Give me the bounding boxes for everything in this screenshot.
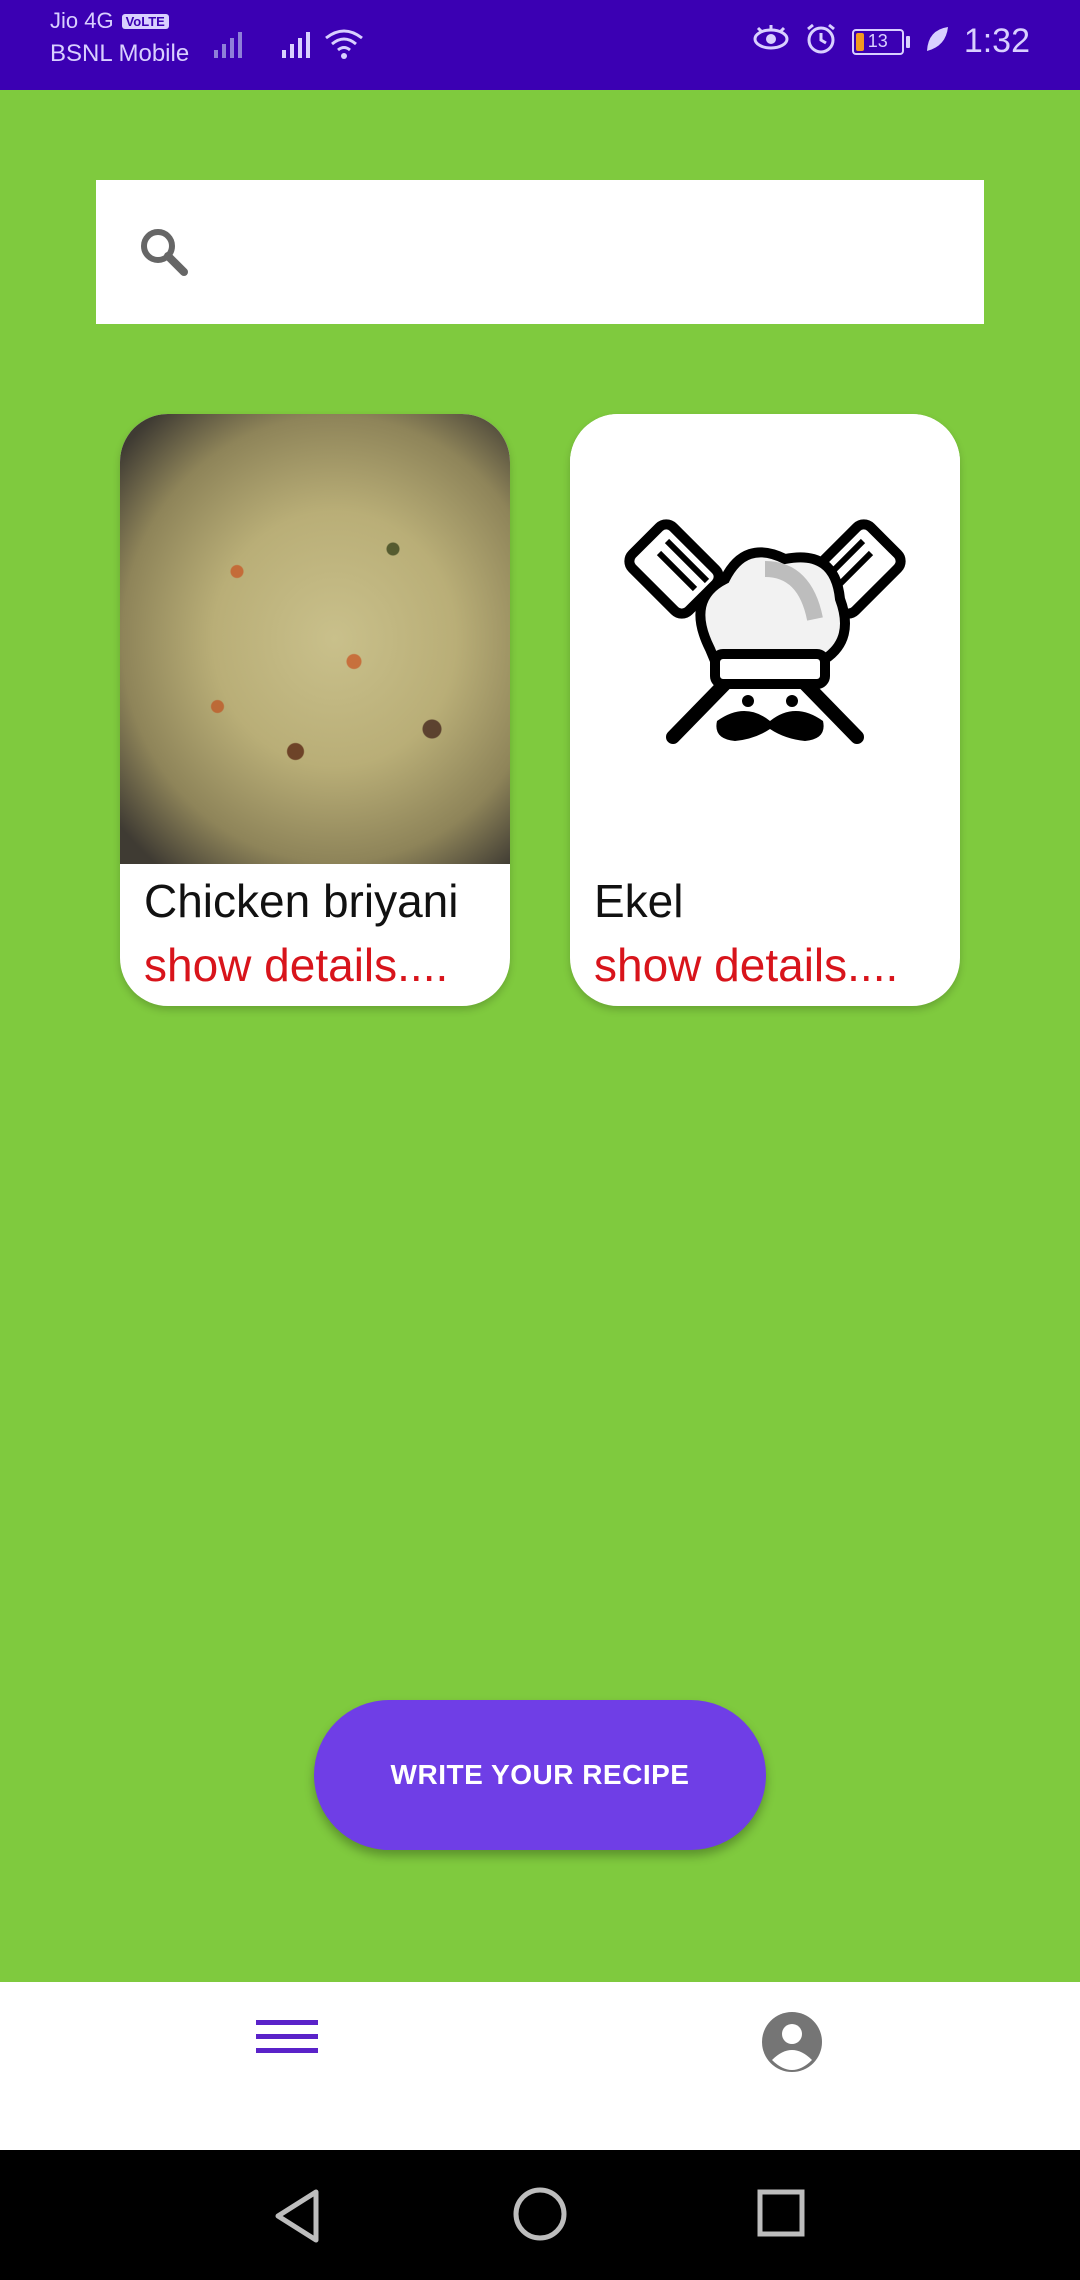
- battery-cap: [905, 35, 910, 48]
- status-icons: 13 1:32: [752, 22, 1030, 61]
- eye-comfort-icon: [752, 24, 790, 59]
- battery-level: 13: [867, 31, 888, 51]
- volte-badge: VoLTE: [121, 13, 169, 29]
- search-bar[interactable]: [96, 180, 984, 324]
- recipe-card[interactable]: Ekel show details....: [570, 414, 960, 1006]
- system-navigation-bar: [0, 2150, 1080, 2280]
- battery-icon: 13: [851, 28, 904, 55]
- show-details-link[interactable]: show details....: [594, 938, 898, 992]
- recipe-image[interactable]: [120, 414, 510, 864]
- menu-icon[interactable]: [256, 2012, 318, 2068]
- search-icon[interactable]: [136, 224, 192, 284]
- home-icon[interactable]: [512, 2186, 568, 2246]
- carrier-secondary: BSNL Mobile: [50, 40, 190, 67]
- write-recipe-button[interactable]: WRITE YOUR RECIPE: [314, 1700, 766, 1850]
- carrier-primary: Jio 4G: [50, 8, 114, 33]
- recent-apps-icon[interactable]: [756, 2188, 806, 2242]
- signal-icon: [280, 28, 320, 64]
- show-details-link[interactable]: show details....: [144, 938, 448, 992]
- status-bar: Jio 4G VoLTE BSNL Mobile 13 1:32: [0, 0, 1080, 90]
- recipe-title: Chicken briyani: [144, 875, 459, 927]
- signal-icon: [212, 28, 252, 64]
- alarm-icon: [804, 22, 838, 61]
- wifi-icon: [324, 28, 364, 64]
- clock: 1:32: [963, 22, 1030, 60]
- recipe-image[interactable]: [570, 414, 960, 864]
- recipe-card[interactable]: Chicken briyani show details....: [120, 414, 510, 1006]
- recipe-title: Ekel: [594, 875, 684, 927]
- leaf-icon: [924, 24, 950, 59]
- carrier-info: Jio 4G VoLTE BSNL Mobile: [50, 10, 189, 66]
- back-icon[interactable]: [272, 2188, 322, 2248]
- chef-logo-icon: [624, 519, 906, 744]
- profile-icon[interactable]: [760, 2010, 824, 2078]
- search-input[interactable]: [216, 210, 954, 296]
- bottom-navigation: [0, 1982, 1080, 2150]
